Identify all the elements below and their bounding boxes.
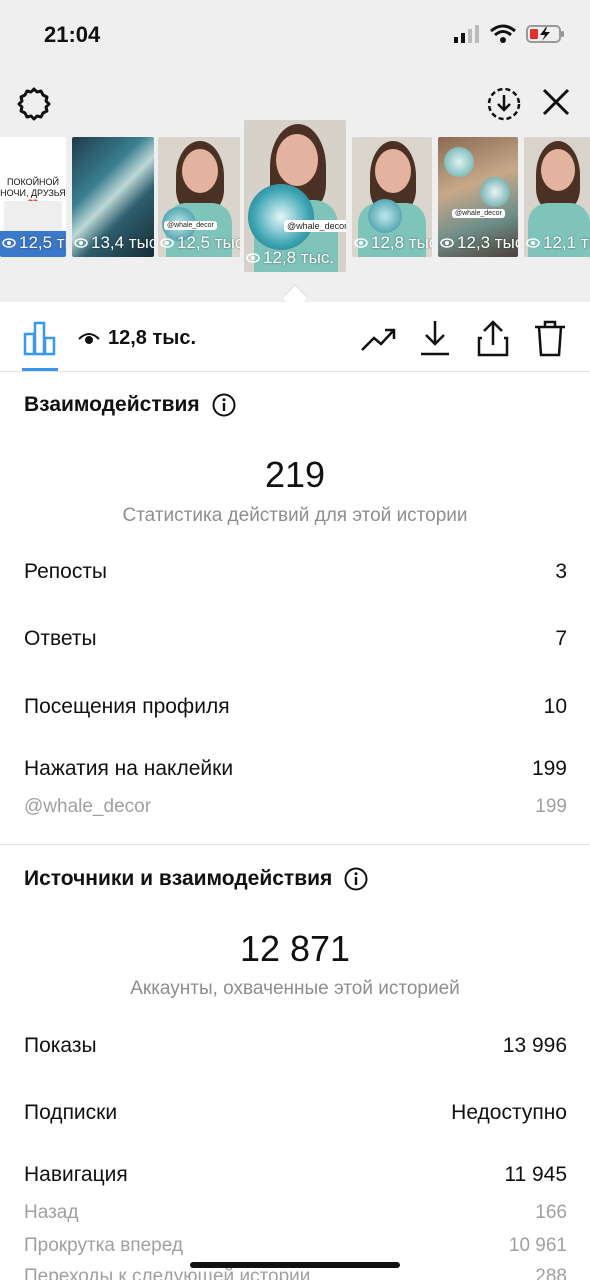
stat-row-navigation: Навигация 11 945 [24,1163,567,1187]
insights-panel [0,302,590,1280]
story-thumbnail[interactable]: ПОКОЙНОЙ НОЧИ, ДРУЗЬЯ❤️ 12,5 тыс. [0,137,66,257]
interactions-total: 219 [264,454,326,495]
stat-row-next-story: Переходы к следующей истории 288 [24,1266,567,1280]
story-thumbnail[interactable]: 12,8 тыс. [352,137,432,257]
stat-label: Нажатия на наклейки [24,757,234,780]
signal-icon [454,25,479,43]
home-indicator[interactable] [190,1262,400,1268]
stat-value: 10 961 [508,1235,567,1256]
stat-label: Показы [24,1034,97,1057]
insights-toolbar: 12,8 тыс. [0,302,590,372]
share-icon[interactable] [476,318,510,358]
stat-value: 11 945 [504,1163,567,1186]
thumbnail-caption: @whale_decor [284,220,346,232]
stat-value: 7 [555,627,567,650]
thumbnail-caption: @whale_decor [452,209,505,218]
status-time: 21:04 [44,22,101,47]
stat-row-sticker-taps: Нажатия на наклейки 199 [24,757,567,781]
stat-row-forward: Прокрутка вперед 10 961 [24,1235,567,1257]
thumbnail-caption: @whale_decor [164,221,217,230]
stat-row-back: Назад 166 [24,1202,567,1224]
stat-row-replies: Ответы 7 [24,627,567,651]
trash-icon[interactable] [532,318,568,358]
stat-row-follows: Подписки Недоступно [24,1101,567,1125]
story-thumbnail[interactable]: @whale_decor 12,5 тыс. [158,137,240,257]
trending-icon[interactable] [360,322,398,356]
story-thumbnail[interactable]: 12,1 тыс. [524,137,590,257]
stat-label: Подписки [24,1101,118,1124]
stat-label: @whale_decor [24,796,152,817]
story-thumbnail[interactable]: @whale_decor 12,3 тыс. [438,137,518,257]
story-thumbnail[interactable]: 13,4 тыс. [72,137,154,257]
settings-gear-icon[interactable] [16,86,52,122]
active-tab-indicator [22,368,58,371]
thumbnail-views: 12,3 тыс. [440,233,518,253]
stat-row-reposts: Репосты 3 [24,560,567,584]
thumbnail-views: 12,1 тыс. [526,233,590,253]
eye-icon [160,238,174,248]
stat-value: 166 [535,1202,567,1223]
stat-label: Посещения профиля [24,695,230,718]
stat-value: Недоступно [451,1101,567,1124]
eye-icon [526,238,540,248]
eye-icon [74,238,88,248]
stat-label: Переходы к следующей истории [24,1266,311,1280]
wifi-icon [490,24,516,43]
stat-value: 288 [535,1266,567,1280]
stat-value: 10 [543,695,567,718]
stat-value: 199 [531,757,567,780]
thumbnail-views: 12,5 тыс. [160,233,240,253]
thumbnail-views: 12,8 тыс. [246,248,334,268]
eye-icon [354,238,368,248]
stat-label: Навигация [24,1163,128,1186]
eye-icon [2,238,16,248]
stat-label: Прокрутка вперед [24,1235,183,1256]
thumbnail-views: 12,5 тыс. [2,233,66,253]
stat-value: 3 [555,560,567,583]
save-story-icon[interactable] [486,86,522,122]
stat-label: Репосты [24,560,108,583]
battery-charging-icon [526,25,564,43]
close-icon[interactable] [540,86,572,118]
interactions-caption: Статистика действий для этой истории [122,505,468,526]
stat-row-sticker-mention: @whale_decor 199 [24,796,567,818]
interactions-section-title: Взаимодействия [24,393,236,417]
info-icon[interactable] [344,867,368,891]
eye-icon [440,238,454,248]
section-divider [0,844,590,845]
thumbnail-views: 13,4 тыс. [74,233,154,253]
stat-row-profile-visits: Посещения профиля 10 [24,695,567,719]
stat-label: Назад [24,1202,79,1223]
info-icon[interactable] [212,393,236,417]
stat-row-impressions: Показы 13 996 [24,1034,567,1058]
reach-total: 12 871 [239,928,351,969]
discovery-section-title: Источники и взаимодействия [24,867,368,891]
views-count: 12,8 тыс. [108,327,197,349]
stat-value: 199 [535,796,567,817]
status-icons [454,24,566,44]
reach-caption: Аккаунты, охваченные этой историей [130,978,460,999]
bar-chart-icon[interactable] [22,320,58,356]
eye-icon [78,333,100,344]
eye-icon [246,253,260,263]
story-thumbnail-selected[interactable]: @whale_decor 12,8 тыс. [244,120,346,272]
download-icon[interactable] [418,318,452,358]
stat-label: Ответы [24,627,97,650]
thumbnail-views: 12,8 тыс. [354,233,432,253]
stat-value: 13 996 [502,1034,567,1057]
status-bar: 21:04 [0,0,590,72]
